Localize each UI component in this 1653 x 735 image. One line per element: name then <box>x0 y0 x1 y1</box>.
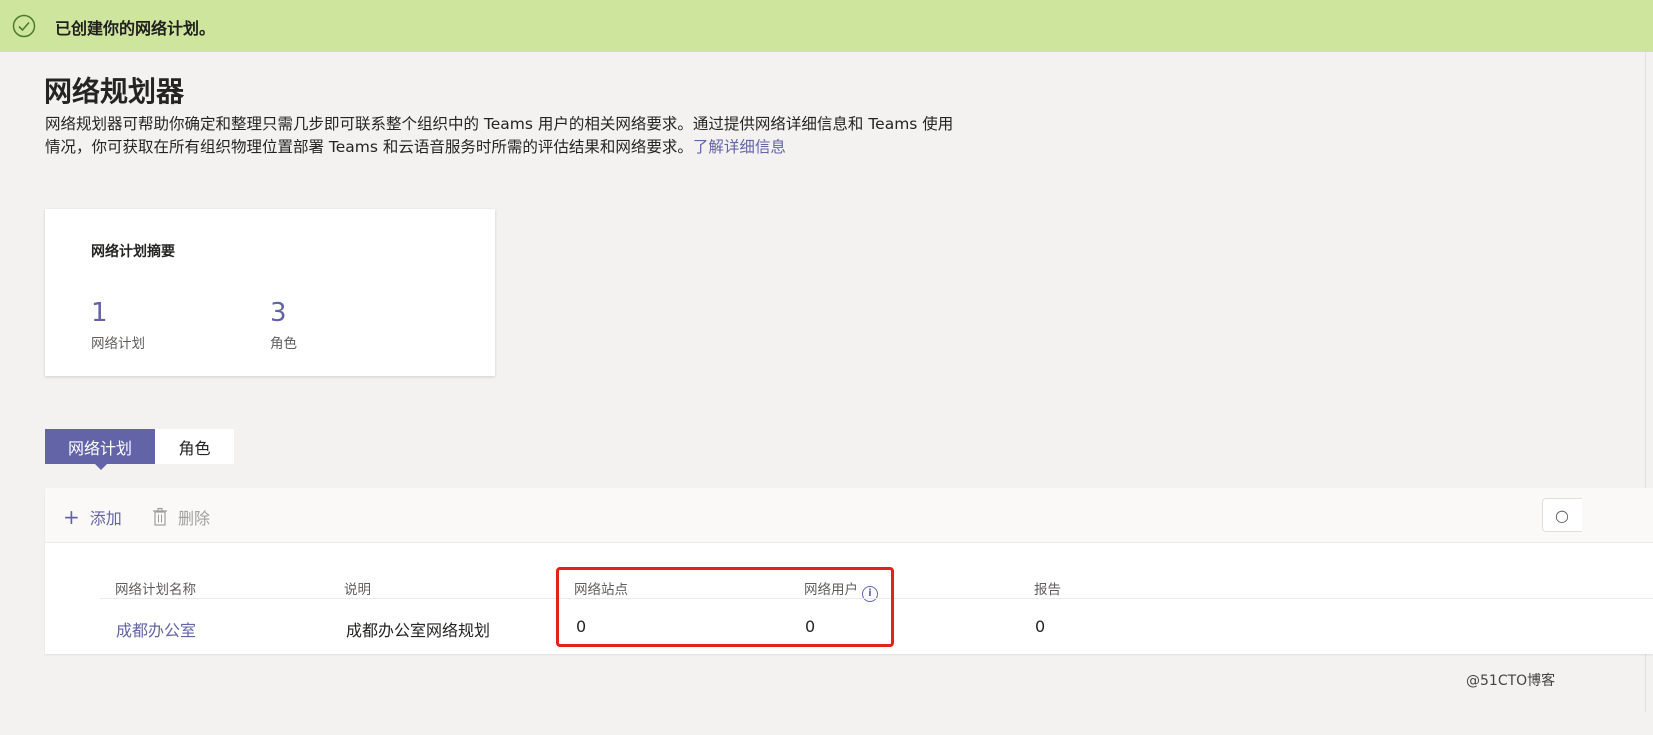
stat-roles: 3 角色 <box>270 298 297 352</box>
description-text: 网络规划器可帮助你确定和整理只需几步即可联系整个组织中的 Teams 用户的相关… <box>45 115 954 156</box>
check-circle-icon <box>12 14 36 38</box>
toolbar: + 添加 删除 ○ <box>45 488 1653 543</box>
delete-button[interactable]: 删除 <box>152 505 210 529</box>
stat-value: 3 <box>270 298 287 328</box>
learn-more-link[interactable]: 了解详细信息 <box>693 138 786 156</box>
page-title: 网络规划器 <box>44 75 185 108</box>
search-box[interactable]: ○ <box>1542 498 1582 532</box>
row-reports: 0 <box>1035 617 1046 636</box>
banner-message: 已创建你的网络计划。 <box>55 19 216 38</box>
summary-title: 网络计划摘要 <box>91 244 175 260</box>
highlight-annotation <box>556 567 894 647</box>
trash-icon <box>153 507 167 526</box>
summary-card: 网络计划摘要 1 网络计划 3 角色 <box>45 209 495 376</box>
col-header-description[interactable]: 说明 <box>344 578 371 598</box>
add-button[interactable]: + 添加 <box>63 505 122 529</box>
page-description: 网络规划器可帮助你确定和整理只需几步即可联系整个组织中的 Teams 用户的相关… <box>45 113 955 159</box>
success-banner: 已创建你的网络计划。 <box>0 0 1653 52</box>
tab-roles[interactable]: 角色 <box>155 429 234 464</box>
col-header-reports[interactable]: 报告 <box>1034 578 1061 598</box>
watermark: @51CTO博客 <box>1466 673 1556 689</box>
stat-label: 角色 <box>270 336 297 352</box>
row-plan-name-link[interactable]: 成都办公室 <box>116 617 196 641</box>
plus-icon: + <box>63 505 80 529</box>
col-header-name[interactable]: 网络计划名称 <box>115 578 196 598</box>
row-description: 成都办公室网络规划 <box>346 621 491 640</box>
delete-label: 删除 <box>178 509 211 528</box>
stat-network-plans: 1 网络计划 <box>91 298 145 352</box>
tab-network-plans[interactable]: 网络计划 <box>45 429 155 470</box>
stat-value: 1 <box>91 298 108 328</box>
add-label: 添加 <box>89 509 122 528</box>
stat-label: 网络计划 <box>91 336 145 352</box>
tab-bar: 网络计划 角色 <box>45 429 234 470</box>
search-icon: ○ <box>1555 506 1569 525</box>
